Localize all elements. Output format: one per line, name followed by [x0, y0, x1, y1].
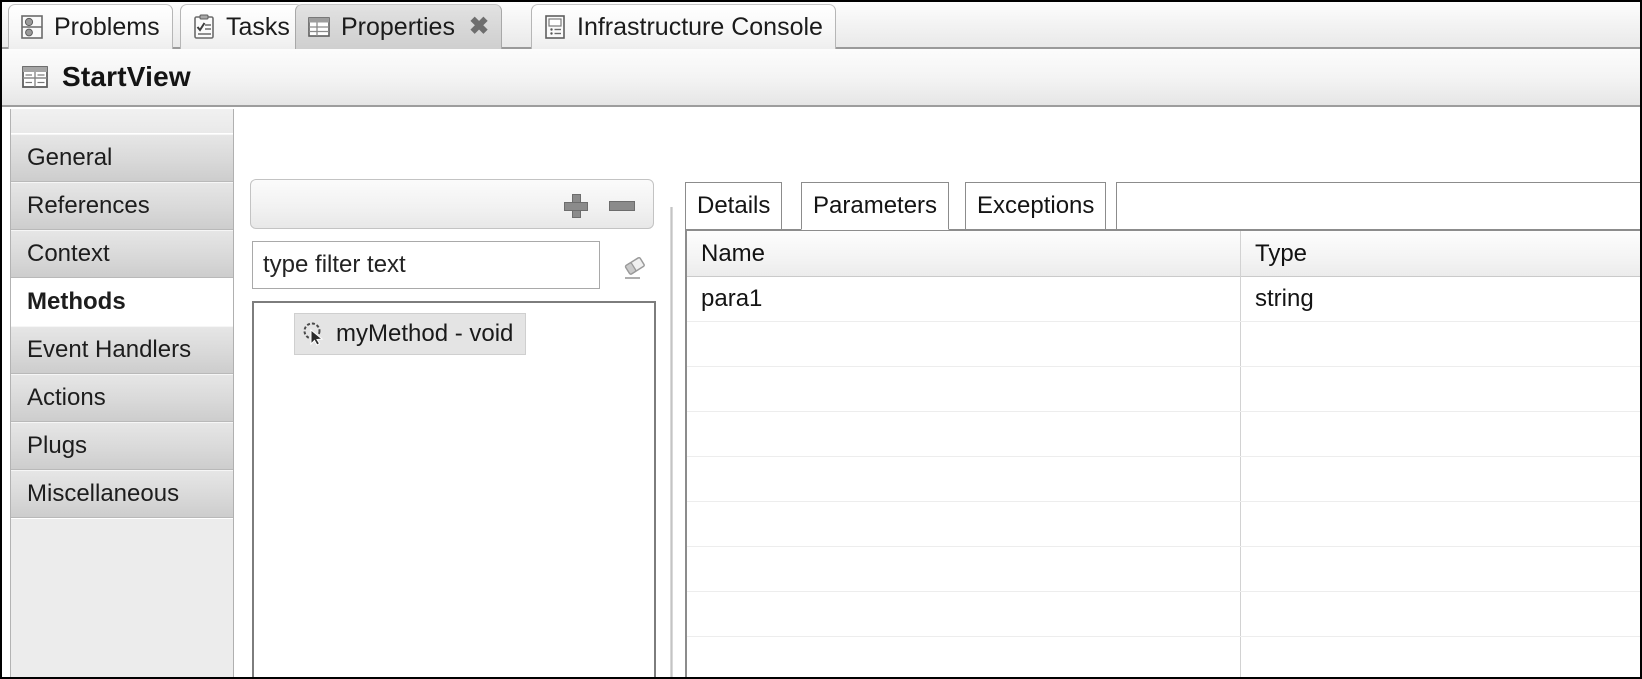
cell-name	[687, 367, 1240, 411]
filter-input-value: type filter text	[263, 251, 406, 278]
cell-name	[687, 547, 1240, 591]
sidebar-item-methods[interactable]: Methods	[11, 278, 233, 326]
methods-panel: type filter text myMethod - void	[250, 109, 662, 677]
filter-input[interactable]: type filter text	[252, 241, 600, 289]
tab-properties-label: Properties	[341, 12, 455, 41]
cell-name	[687, 502, 1240, 546]
cell-type	[1241, 502, 1640, 546]
sidebar-item-event-handlers[interactable]: Event Handlers	[11, 326, 233, 374]
tab-parameters-label: Parameters	[813, 192, 938, 219]
cell-name	[687, 637, 1240, 677]
sidebar-item-general[interactable]: General	[11, 134, 233, 182]
table-row[interactable]	[687, 592, 1640, 637]
table-header-row: Name Type	[687, 231, 1640, 277]
tab-problems[interactable]: Problems	[8, 4, 173, 49]
view-title-bar: StartView	[2, 49, 1640, 107]
tab-tasks-label: Tasks	[226, 12, 290, 41]
cell-type	[1241, 367, 1640, 411]
tab-tasks[interactable]: Tasks	[180, 4, 303, 49]
sidebar-item-label: General	[27, 144, 113, 171]
eraser-icon[interactable]	[620, 253, 650, 281]
cell-type	[1241, 412, 1640, 456]
cell-type: string	[1255, 285, 1314, 312]
properties-icon	[306, 14, 332, 40]
sidebar-item-label: Miscellaneous	[27, 480, 180, 507]
cell-name	[687, 592, 1240, 636]
view-tab-bar: Problems Tasks Properties ✖ Infrastructu…	[2, 2, 1640, 49]
view-body: General References Context Methods Event…	[2, 109, 1640, 677]
sidebar-item-plugs[interactable]: Plugs	[11, 422, 233, 470]
tab-problems-label: Problems	[54, 12, 160, 41]
table-row[interactable]	[687, 367, 1640, 412]
cell-name: para1	[701, 285, 763, 312]
remove-method-button[interactable]	[607, 192, 637, 220]
sidebar-item-label: Context	[27, 240, 110, 267]
details-tab-filler	[1116, 182, 1640, 230]
cell-type	[1241, 457, 1640, 501]
parameters-table[interactable]: Name Type para1 string	[685, 229, 1640, 677]
table-row[interactable]	[687, 412, 1640, 457]
sidebar-item-label: References	[27, 192, 150, 219]
sidebar-item-context[interactable]: Context	[11, 230, 233, 278]
form-view-icon	[20, 62, 50, 92]
tasks-icon	[191, 14, 217, 40]
minus-icon	[609, 201, 635, 211]
table-row[interactable]	[687, 547, 1640, 592]
table-row[interactable]: para1 string	[687, 277, 1640, 322]
panel-sash[interactable]	[670, 207, 673, 677]
sidebar-item-actions[interactable]: Actions	[11, 374, 233, 422]
tab-infrastructure-console[interactable]: Infrastructure Console	[531, 4, 836, 49]
list-item-label: myMethod - void	[336, 320, 514, 347]
details-panel: Details Parameters Exceptions Name Type …	[682, 109, 1640, 677]
tab-parameters[interactable]: Parameters	[801, 182, 950, 230]
methods-toolbar	[250, 179, 654, 229]
cell-type	[1241, 322, 1640, 366]
properties-sidebar: General References Context Methods Event…	[10, 109, 234, 677]
column-header-name[interactable]: Name	[687, 231, 1240, 277]
eclipse-view-window: Problems Tasks Properties ✖ Infrastructu…	[0, 0, 1642, 679]
console-icon	[542, 14, 568, 40]
add-method-button[interactable]	[561, 192, 591, 220]
cell-name	[687, 322, 1240, 366]
sidebar-item-label: Plugs	[27, 432, 88, 459]
tab-details[interactable]: Details	[685, 182, 783, 230]
tab-exceptions[interactable]: Exceptions	[965, 182, 1107, 230]
tab-infrastructure-console-label: Infrastructure Console	[577, 12, 823, 41]
problems-icon	[19, 14, 45, 40]
table-row[interactable]	[687, 322, 1640, 367]
table-row[interactable]	[687, 502, 1640, 547]
cell-type	[1241, 547, 1640, 591]
plus-icon	[564, 194, 588, 218]
close-icon[interactable]: ✖	[469, 15, 489, 39]
sidebar-item-miscellaneous[interactable]: Miscellaneous	[11, 470, 233, 518]
table-row[interactable]	[687, 637, 1640, 677]
details-tab-strip: Details Parameters Exceptions	[682, 182, 1640, 230]
tab-exceptions-label: Exceptions	[977, 192, 1095, 219]
column-header-type[interactable]: Type	[1241, 231, 1640, 277]
cell-name	[687, 457, 1240, 501]
sidebar-empty-area	[11, 518, 233, 677]
sidebar-item-references[interactable]: References	[11, 182, 233, 230]
sidebar-top-strip	[11, 109, 233, 134]
cell-name	[687, 412, 1240, 456]
tab-details-label: Details	[697, 192, 771, 219]
sidebar-item-label: Actions	[27, 384, 106, 411]
cell-type	[1241, 592, 1640, 636]
page-title: StartView	[62, 61, 191, 92]
table-row[interactable]	[687, 457, 1640, 502]
sidebar-item-label: Methods	[27, 288, 126, 315]
list-item[interactable]: myMethod - void	[294, 313, 527, 355]
cell-type	[1241, 637, 1640, 677]
methods-tree[interactable]: myMethod - void	[252, 301, 656, 677]
sidebar-item-label: Event Handlers	[27, 336, 192, 363]
tab-properties[interactable]: Properties ✖	[295, 4, 503, 49]
method-icon	[301, 321, 327, 347]
